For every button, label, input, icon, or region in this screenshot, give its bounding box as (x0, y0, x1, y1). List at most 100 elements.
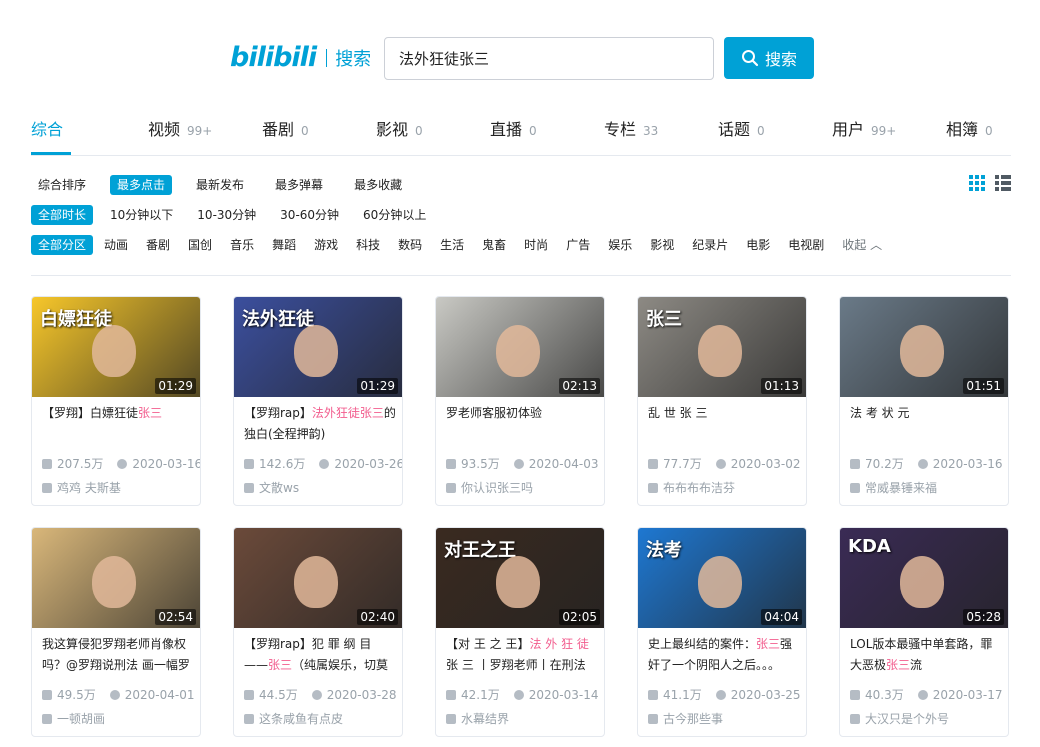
tab-5[interactable]: 专栏 33 (604, 116, 658, 140)
uploader-name: 古今那些事 (663, 712, 724, 726)
filter-chip[interactable]: 动画 (97, 235, 135, 255)
search-button[interactable]: 搜索 (724, 37, 814, 79)
video-meta: 142.6万 2020-03-26 (244, 455, 402, 472)
video-thumbnail[interactable]: 02:13 (436, 297, 604, 397)
uploader[interactable]: 常威暴锤来福 (850, 479, 937, 496)
filter-chip[interactable]: 电影 (739, 235, 777, 255)
bilibili-logo[interactable]: bilibili 搜索 (230, 42, 371, 73)
video-thumbnail[interactable]: 张三 01:13 (638, 297, 806, 397)
video-thumbnail[interactable]: KDA 05:28 (840, 528, 1008, 628)
uploader[interactable]: 一顿胡画 (42, 710, 105, 727)
video-card[interactable]: 白嫖狂徒 01:29 【罗翔】白嫖狂徒张三 207.5万 2020-03-16 鸡鸡 夫斯… (31, 296, 201, 506)
filter-chip[interactable]: 30-60分钟 (273, 205, 346, 225)
uploader[interactable]: 鸡鸡 夫斯基 (42, 479, 121, 496)
play-count-icon (244, 458, 254, 469)
filter-chip[interactable]: 时尚 (517, 235, 555, 255)
tab-1[interactable]: 视频 99+ (148, 116, 212, 140)
filter-chip[interactable]: 舞蹈 (265, 235, 303, 255)
title-text: 法 考 状 元 (850, 406, 910, 420)
filter-chip[interactable]: 广告 (559, 235, 597, 255)
uploader[interactable]: 文散ws (244, 479, 299, 496)
list-view-icon[interactable] (995, 175, 1011, 191)
video-card[interactable]: 张三 01:13 乱 世 张 三 77.7万 2020-03-02 布布布布洁芬 (637, 296, 807, 506)
thumbnail-caption: 法外狂徒 (242, 309, 314, 330)
filter-chip[interactable]: 全部时长 (31, 205, 94, 225)
video-thumbnail[interactable]: 法外狂徒 01:29 (234, 297, 402, 397)
duration-filter-row: 全部时长 10分钟以下 10-30分钟 30-60分钟 60分钟以上 (31, 205, 433, 225)
video-card[interactable]: 02:54 我这算侵犯罗翔老师肖像权吗？@罗翔说刑法 画一幅罗 49.5万 2020-… (31, 527, 201, 737)
filter-chip[interactable]: 纪录片 (685, 235, 735, 255)
uploader[interactable]: 你认识张三吗 (446, 479, 533, 496)
uploader-name: 布布布布洁芬 (663, 481, 736, 495)
tab-count: 0 (985, 124, 993, 138)
video-title[interactable]: 【罗翔】白嫖狂徒张三 (42, 403, 194, 445)
filter-chip[interactable]: 全部分区 (31, 235, 94, 255)
filter-chip[interactable]: 60分钟以上 (356, 205, 433, 225)
uploader-name: 这条咸鱼有点皮 (259, 712, 344, 726)
filter-chip[interactable]: 10分钟以下 (103, 205, 180, 225)
video-thumbnail[interactable]: 法考 04:04 (638, 528, 806, 628)
filter-chip[interactable]: 科技 (349, 235, 387, 255)
video-card[interactable]: 法外狂徒 01:29 【罗翔rap】法外狂徒张三的独白(全程押韵) 142.6万 202… (233, 296, 403, 506)
filter-chip[interactable]: 最多点击 (110, 175, 173, 195)
filter-chip[interactable]: 收起 ︿ (835, 235, 889, 255)
video-title[interactable]: 【对 王 之 王】法 外 狂 徒 张 三 丨罗翔老师丨在刑法 (446, 634, 598, 676)
uploader-icon (42, 713, 52, 724)
filter-chip[interactable]: 音乐 (223, 235, 261, 255)
video-title[interactable]: 法 考 状 元 (850, 403, 1002, 445)
tab-8[interactable]: 相簿 0 (946, 116, 993, 140)
uploader[interactable]: 古今那些事 (648, 710, 723, 727)
tab-label: 综合 (31, 120, 64, 139)
uploader-icon (244, 482, 254, 493)
video-card[interactable]: KDA 05:28 LOL版本最骚中单套路，罪大恶极张三流 40.3万 2020-03-… (839, 527, 1009, 737)
video-card[interactable]: 02:13 罗老师客服初体验 93.5万 2020-04-03 你认识张三吗 (435, 296, 605, 506)
video-thumbnail[interactable]: 02:40 (234, 528, 402, 628)
uploader[interactable]: 大汉只是个外号 (850, 710, 949, 727)
tab-2[interactable]: 番剧 0 (262, 116, 309, 140)
tab-3[interactable]: 影视 0 (376, 116, 423, 140)
play-count: 142.6万 (259, 457, 306, 471)
search-box[interactable] (384, 37, 714, 80)
filter-chip[interactable]: 娱乐 (601, 235, 639, 255)
filter-chip[interactable]: 鬼畜 (475, 235, 513, 255)
video-thumbnail[interactable]: 02:54 (32, 528, 200, 628)
video-card[interactable]: 02:40 【罗翔rap】犯 罪 纲 目 ——张三（纯属娱乐，切莫 44.5万 202… (233, 527, 403, 737)
filter-chip[interactable]: 最新发布 (189, 175, 251, 195)
video-thumbnail[interactable]: 对王之王 02:05 (436, 528, 604, 628)
filter-chip[interactable]: 生活 (433, 235, 471, 255)
uploader[interactable]: 布布布布洁芬 (648, 479, 735, 496)
filter-chip[interactable]: 最多弹幕 (268, 175, 330, 195)
filter-chip[interactable]: 10-30分钟 (190, 205, 263, 225)
tab-4[interactable]: 直播 0 (490, 116, 537, 140)
filter-chip[interactable]: 游戏 (307, 235, 345, 255)
filter-chip[interactable]: 番剧 (139, 235, 177, 255)
video-card[interactable]: 法考 04:04 史上最纠结的案件：张三强奸了一个阴阳人之后。。。 41.1万 2020… (637, 527, 807, 737)
video-title[interactable]: 【罗翔rap】犯 罪 纲 目 ——张三（纯属娱乐，切莫 (244, 634, 396, 676)
filter-chip[interactable]: 影视 (643, 235, 681, 255)
search-input[interactable] (385, 38, 713, 79)
tab-7[interactable]: 用户 99+ (832, 116, 896, 140)
filter-chip[interactable]: 最多收藏 (347, 175, 409, 195)
filter-chip[interactable]: 数码 (391, 235, 429, 255)
filter-chip[interactable]: 国创 (181, 235, 219, 255)
tab-6[interactable]: 话题 0 (718, 116, 765, 140)
filter-chip[interactable]: 电视剧 (781, 235, 831, 255)
video-card[interactable]: 对王之王 02:05 【对 王 之 王】法 外 狂 徒 张 三 丨罗翔老师丨在刑法 4… (435, 527, 605, 737)
video-thumbnail[interactable]: 01:51 (840, 297, 1008, 397)
video-card[interactable]: 01:51 法 考 状 元 70.2万 2020-03-16 常威暴锤来福 (839, 296, 1009, 506)
video-title[interactable]: LOL版本最骚中单套路，罪大恶极张三流 (850, 634, 1002, 676)
video-title[interactable]: 史上最纠结的案件：张三强奸了一个阴阳人之后。。。 (648, 634, 800, 676)
video-title[interactable]: 我这算侵犯罗翔老师肖像权吗？@罗翔说刑法 画一幅罗 (42, 634, 194, 676)
uploader[interactable]: 这条咸鱼有点皮 (244, 710, 343, 727)
video-title[interactable]: 【罗翔rap】法外狂徒张三的独白(全程押韵) (244, 403, 396, 445)
tab-0[interactable]: 综合 (31, 116, 63, 140)
video-title[interactable]: 罗老师客服初体验 (446, 403, 598, 445)
thumbnail-figure (496, 325, 540, 377)
filter-chip[interactable]: 综合排序 (31, 175, 93, 195)
video-thumbnail[interactable]: 白嫖狂徒 01:29 (32, 297, 200, 397)
play-count-icon (42, 458, 52, 469)
uploader[interactable]: 水幕结界 (446, 710, 509, 727)
title-text: （纯属娱乐，切莫 (292, 658, 389, 672)
grid-view-icon[interactable] (969, 175, 985, 191)
video-title[interactable]: 乱 世 张 三 (648, 403, 800, 445)
